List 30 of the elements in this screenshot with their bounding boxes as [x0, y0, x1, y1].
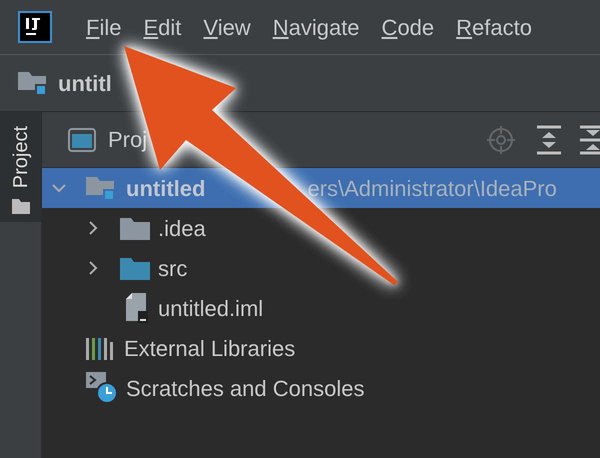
file-icon	[126, 293, 150, 323]
tree-row[interactable]: Scratches and Consoles	[42, 368, 368, 408]
project-tool-tab[interactable]: Project	[0, 112, 41, 222]
app-logo-icon[interactable]	[18, 11, 52, 43]
tree-row[interactable]: .idea	[42, 208, 210, 248]
menu-item[interactable]: File	[86, 10, 122, 44]
scratches-clock-icon	[86, 372, 118, 404]
tree-label: External Libraries	[124, 334, 296, 362]
tree-label: untitled.iml	[158, 294, 264, 322]
tree-label: Scratches and Consoles	[126, 374, 364, 402]
tree-label: .idea	[158, 214, 206, 242]
collapse-all-icon[interactable]	[580, 124, 600, 154]
menu-item[interactable]: Refacto	[456, 10, 532, 44]
folder-icon	[12, 198, 30, 214]
breadcrumb-label[interactable]: untitl	[58, 66, 112, 100]
menu-item[interactable]: Navigate	[272, 10, 360, 44]
tree-row[interactable]: src	[42, 248, 192, 288]
tree-label: untitled	[126, 174, 206, 202]
menu-item[interactable]: View	[203, 10, 251, 44]
tree-label: src	[158, 254, 188, 282]
tree-row[interactable]: External Libraries	[42, 328, 300, 368]
tree-row[interactable]: untitled.iml	[42, 288, 268, 328]
path-text: ers\Administrator\IdeaPro	[307, 174, 557, 202]
menu-item[interactable]: Edit	[143, 10, 182, 44]
folder-icon	[120, 256, 150, 280]
panel-window-icon	[68, 128, 96, 152]
library-bars-icon	[86, 336, 116, 360]
expand-all-icon[interactable]	[536, 124, 562, 154]
folder-icon	[120, 216, 150, 240]
menu-item[interactable]: Code	[382, 10, 434, 44]
